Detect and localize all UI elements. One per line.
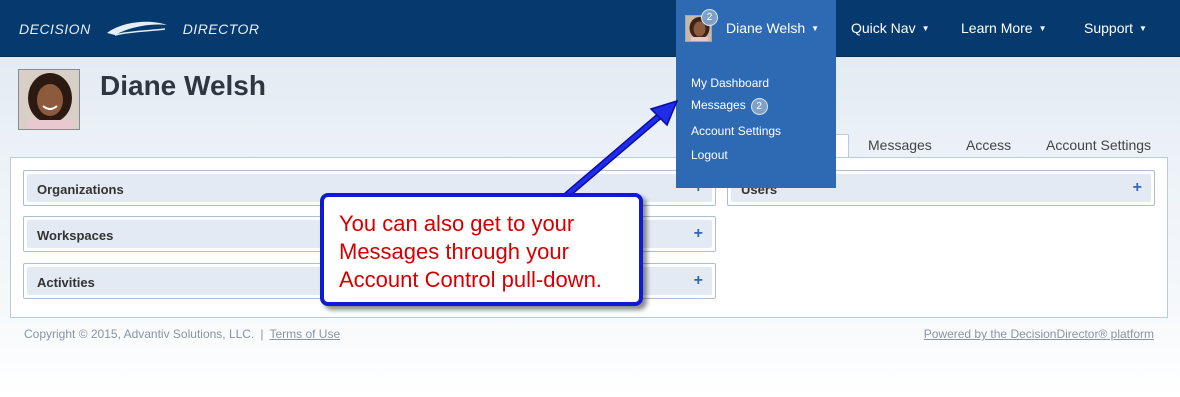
nav-learn-more-label: Learn More (961, 20, 1033, 36)
nav-quick-nav-label: Quick Nav (851, 20, 916, 36)
chevron-down-icon: ▼ (1038, 24, 1047, 33)
annotation-callout: You can also get to your Messages throug… (320, 193, 643, 306)
account-dropdown-menu: My Dashboard Messages 2 Account Settings … (676, 57, 836, 188)
user-name-label: Diane Welsh (726, 20, 806, 36)
active-tab-edge (836, 134, 849, 158)
callout-arrow-icon (563, 99, 679, 199)
nav-quick-nav[interactable]: Quick Nav ▼ (851, 20, 930, 36)
notification-badge: 2 (701, 9, 718, 26)
chevron-down-icon: ▼ (921, 24, 930, 33)
menu-item-logout[interactable]: Logout (691, 148, 728, 162)
tab-access[interactable]: Access (966, 137, 1011, 153)
nav-support-label: Support (1084, 20, 1134, 36)
expand-plus-icon[interactable]: + (694, 272, 703, 290)
tab-messages[interactable]: Messages (868, 137, 932, 153)
section-title: Workspaces (37, 228, 114, 243)
terms-of-use-link[interactable]: Terms of Use (269, 327, 340, 341)
user-menu-toggle[interactable]: Diane Welsh ▼ (726, 20, 819, 36)
section-title: Organizations (37, 182, 124, 197)
nav-learn-more[interactable]: Learn More ▼ (961, 20, 1047, 36)
chevron-down-icon: ▼ (1139, 24, 1147, 33)
chevron-down-icon: ▼ (811, 24, 820, 33)
profile-photo (18, 69, 80, 130)
section-title: Activities (37, 275, 95, 290)
menu-item-messages-label: Messages (691, 98, 746, 112)
copyright-text: Copyright © 2015, Advantiv Solutions, LL… (24, 327, 255, 341)
expand-plus-icon[interactable]: + (694, 225, 703, 243)
menu-item-account-settings[interactable]: Account Settings (691, 124, 781, 138)
page-title: Diane Welsh (100, 70, 266, 101)
top-navbar: DECISION DIRECTOR 2 Diane Welsh ▼ Quick N… (0, 0, 1180, 57)
tab-account-settings[interactable]: Account Settings (1046, 137, 1151, 153)
nav-support[interactable]: Support ▼ (1084, 20, 1147, 36)
logo[interactable]: DECISION DIRECTOR (19, 19, 260, 39)
menu-item-messages[interactable]: Messages 2 (691, 98, 768, 115)
logo-text-left: DECISION (19, 21, 91, 37)
footer-separator: | (260, 327, 264, 341)
powered-by-link[interactable]: Powered by the DecisionDirector® platfor… (924, 327, 1154, 341)
expand-plus-icon[interactable]: + (1133, 179, 1142, 197)
messages-count-badge: 2 (750, 98, 768, 115)
footer-powered-by: Powered by the DecisionDirector® platfor… (924, 327, 1154, 341)
logo-text-right: DIRECTOR (182, 21, 260, 37)
footer-copyright: Copyright © 2015, Advantiv Solutions, LL… (24, 327, 340, 341)
callout-text: You can also get to your Messages throug… (339, 211, 602, 292)
menu-item-my-dashboard[interactable]: My Dashboard (691, 76, 769, 90)
account-control-dropdown[interactable]: 2 Diane Welsh ▼ (676, 0, 836, 57)
logo-swoosh-icon (106, 21, 167, 36)
